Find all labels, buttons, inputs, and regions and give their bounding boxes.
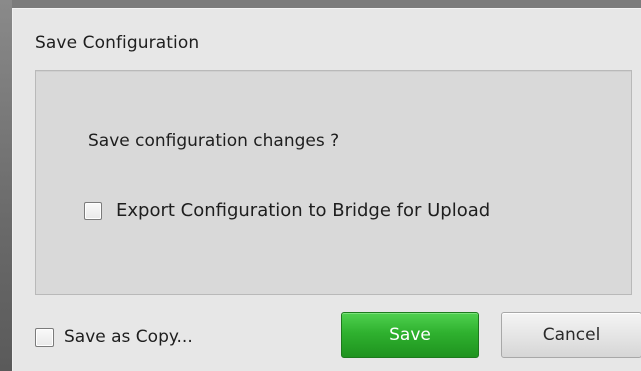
cancel-button[interactable]: Cancel bbox=[501, 312, 641, 358]
save-button[interactable]: Save bbox=[341, 312, 479, 358]
dialog-title: Save Configuration bbox=[35, 33, 200, 53]
content-panel: Save configuration changes ? Export Conf… bbox=[35, 70, 632, 295]
save-as-copy-checkbox[interactable] bbox=[35, 327, 54, 347]
export-to-bridge-option[interactable]: Export Configuration to Bridge for Uploa… bbox=[84, 200, 490, 221]
export-to-bridge-label[interactable]: Export Configuration to Bridge for Uploa… bbox=[116, 200, 490, 221]
save-as-copy-option[interactable]: Save as Copy... bbox=[35, 327, 193, 347]
save-as-copy-label[interactable]: Save as Copy... bbox=[64, 327, 193, 347]
confirmation-question: Save configuration changes ? bbox=[88, 131, 340, 151]
save-configuration-dialog: Save Configuration Save configuration ch… bbox=[12, 8, 641, 371]
background-window-edge bbox=[0, 0, 12, 371]
export-to-bridge-checkbox[interactable] bbox=[84, 201, 102, 220]
